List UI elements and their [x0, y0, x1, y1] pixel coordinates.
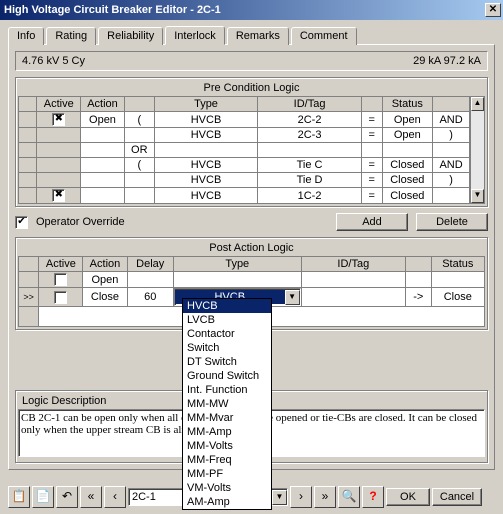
copy-icon[interactable]: 📋	[8, 486, 30, 508]
window-title: High Voltage Circuit Breaker Editor - 2C…	[4, 4, 485, 16]
operator-override-label: Operator Override	[36, 216, 125, 228]
table-row[interactable]: ✖HVCB1C-2=Closed	[19, 188, 470, 204]
pre-scrollbar[interactable]: ▲ ▼	[470, 96, 485, 204]
dropdown-option[interactable]: MM-MW	[183, 397, 271, 411]
dropdown-option[interactable]: Switch	[183, 341, 271, 355]
chevron-down-icon[interactable]: ▼	[272, 490, 287, 505]
ok-button[interactable]: OK	[386, 488, 430, 506]
table-row[interactable]: Open	[19, 272, 485, 288]
find-icon[interactable]: 🔍	[338, 486, 360, 508]
dropdown-option[interactable]: HVCB	[183, 299, 271, 313]
pre-condition-table[interactable]: Active Action Type ID/Tag Status ✖Open(H…	[18, 96, 470, 204]
help-icon[interactable]: ?	[362, 486, 384, 508]
dropdown-option[interactable]: VM-Volts	[183, 481, 271, 495]
dropdown-option[interactable]: MM-Mvar	[183, 411, 271, 425]
table-row[interactable]: ✖Open(HVCB2C-2=OpenAND	[19, 112, 470, 128]
post-action-title: Post Action Logic	[18, 240, 485, 256]
dropdown-option[interactable]: AM-Amp	[183, 495, 271, 509]
dropdown-option[interactable]: Ground Switch	[183, 369, 271, 383]
active-checkbox[interactable]	[54, 291, 67, 304]
first-icon[interactable]: «	[80, 486, 102, 508]
cancel-button[interactable]: Cancel	[432, 488, 482, 506]
active-checkbox[interactable]: ✖	[52, 113, 65, 126]
delete-button[interactable]: Delete	[416, 213, 488, 231]
active-checkbox[interactable]	[54, 273, 67, 286]
dropdown-option[interactable]: MM-Amp	[183, 425, 271, 439]
type-dropdown-list[interactable]: HVCBLVCBContactorSwitchDT SwitchGround S…	[182, 298, 272, 510]
tab-comment[interactable]: Comment	[291, 27, 357, 45]
operator-override-checkbox[interactable]: ✔	[15, 216, 28, 229]
tab-interlock[interactable]: Interlock	[165, 26, 225, 45]
chevron-down-icon[interactable]: ▼	[285, 290, 300, 305]
table-row[interactable]: OR	[19, 143, 470, 158]
pre-condition-group: Pre Condition Logic Active Action Type I…	[15, 77, 488, 207]
close-icon[interactable]: ✕	[485, 3, 501, 17]
next-icon[interactable]: ›	[290, 486, 312, 508]
tab-rating[interactable]: Rating	[46, 27, 96, 45]
dropdown-option[interactable]: DT Switch	[183, 355, 271, 369]
dropdown-option[interactable]: LVCB	[183, 313, 271, 327]
active-checkbox[interactable]: ✖	[52, 189, 65, 202]
last-icon[interactable]: »	[314, 486, 336, 508]
dropdown-option[interactable]: Int. Function	[183, 383, 271, 397]
dropdown-option[interactable]: MM-Volts	[183, 439, 271, 453]
tab-strip: Info Rating Reliability Interlock Remark…	[8, 27, 495, 45]
info-bar: 4.76 kV 5 Cy 29 kA 97.2 kA	[15, 51, 488, 71]
info-left: 4.76 kV 5 Cy	[22, 55, 413, 67]
pre-condition-title: Pre Condition Logic	[18, 80, 485, 96]
add-button[interactable]: Add	[336, 213, 408, 231]
table-row[interactable]: (HVCBTie C=ClosedAND	[19, 158, 470, 173]
tab-remarks[interactable]: Remarks	[227, 27, 289, 45]
info-right: 29 kA 97.2 kA	[413, 55, 481, 67]
table-row[interactable]: HVCBTie D=Closed)	[19, 173, 470, 188]
dropdown-option[interactable]: Contactor	[183, 327, 271, 341]
paste-icon[interactable]: 📄	[32, 486, 54, 508]
prev-icon[interactable]: ‹	[104, 486, 126, 508]
dropdown-option[interactable]: MM-PF	[183, 467, 271, 481]
table-row[interactable]: HVCB2C-3=Open)	[19, 128, 470, 143]
dropdown-option[interactable]: MM-Freq	[183, 453, 271, 467]
tab-info[interactable]: Info	[8, 27, 44, 45]
tab-reliability[interactable]: Reliability	[98, 27, 163, 45]
undo-icon[interactable]: ↶	[56, 486, 78, 508]
titlebar: High Voltage Circuit Breaker Editor - 2C…	[0, 0, 503, 20]
